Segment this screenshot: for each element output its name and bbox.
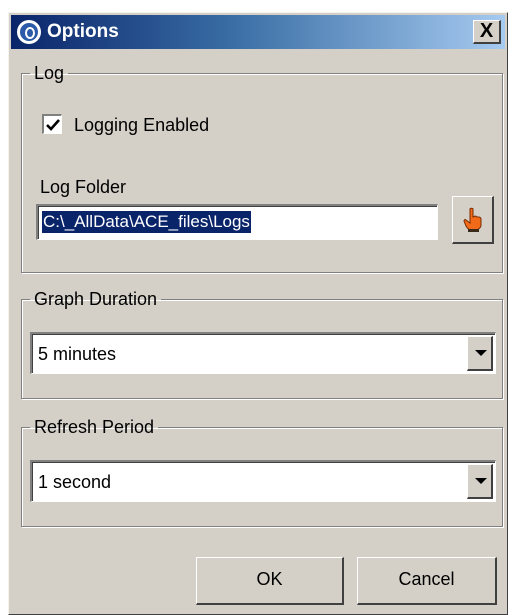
ok-button[interactable]: OK: [196, 557, 344, 605]
browse-folder-button[interactable]: [452, 196, 494, 244]
close-button[interactable]: X: [473, 20, 501, 44]
title-bar[interactable]: Options X: [11, 15, 505, 49]
refresh-period-legend: Refresh Period: [34, 417, 155, 437]
graph-duration-dropdown-arrow[interactable]: [467, 336, 493, 371]
graph-duration-legend: Graph Duration: [34, 289, 158, 309]
log-folder-value: C:\_AllData\ACE_files\Logs: [42, 211, 251, 233]
logging-enabled-label[interactable]: Logging Enabled: [74, 115, 209, 136]
checkmark-icon: [46, 119, 60, 131]
options-dialog: Options X Log Logging Enabled Log Folder…: [8, 12, 508, 615]
refresh-period-group: Refresh Period 1 second: [21, 417, 503, 527]
refresh-period-dropdown-arrow[interactable]: [467, 464, 493, 499]
window-title: Options: [47, 21, 119, 42]
cancel-button[interactable]: Cancel: [357, 557, 497, 605]
log-folder-label: Log Folder: [40, 177, 127, 197]
log-folder-input[interactable]: C:\_AllData\ACE_files\Logs: [36, 204, 438, 240]
refresh-period-select[interactable]: 1 second: [30, 460, 496, 502]
graph-duration-group: Graph Duration 5 minutes: [21, 289, 503, 399]
app-logo-icon: [17, 20, 41, 44]
log-group-legend: Log: [34, 63, 65, 83]
logging-enabled-checkbox[interactable]: [42, 114, 62, 134]
log-group: Log Logging Enabled Log Folder C:\_AllDa…: [21, 63, 503, 273]
graph-duration-value: 5 minutes: [38, 344, 117, 364]
close-icon: X: [479, 20, 494, 42]
hand-pointer-icon: [463, 207, 482, 232]
graph-duration-select[interactable]: 5 minutes: [30, 332, 496, 374]
refresh-period-value: 1 second: [38, 472, 112, 492]
